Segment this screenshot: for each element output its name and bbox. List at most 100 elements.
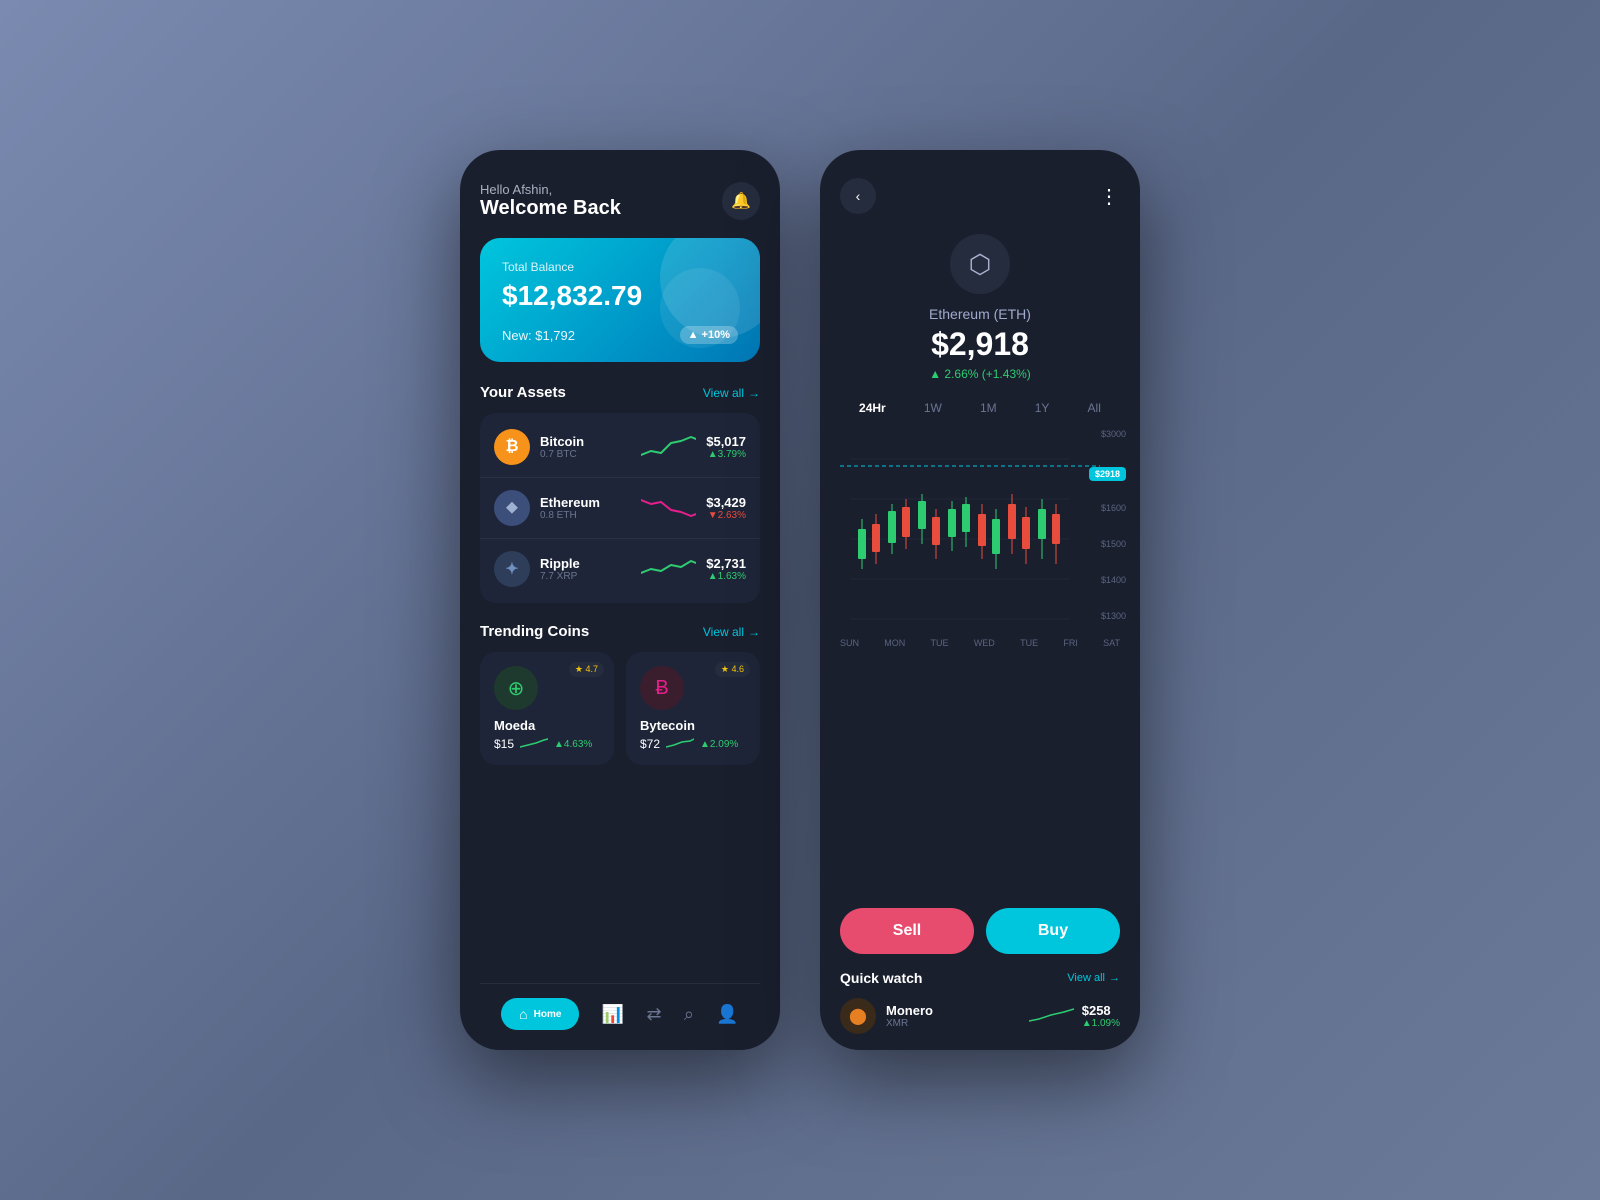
ethereum-icon: ⬥ bbox=[494, 490, 530, 526]
x-label-wed: WED bbox=[974, 638, 995, 648]
notification-button[interactable]: 🔔 bbox=[722, 182, 760, 220]
current-price-badge: $2918 bbox=[1089, 467, 1126, 481]
ripple-icon: ✦ bbox=[494, 551, 530, 587]
change-badge: ▲ +10% bbox=[680, 326, 738, 344]
search-icon: ⌕ bbox=[684, 1004, 694, 1025]
profile-icon: 👤 bbox=[716, 1004, 738, 1025]
trending-title: Trending Coins bbox=[480, 623, 589, 640]
balance-label: Total Balance bbox=[502, 260, 738, 274]
back-button[interactable]: ‹ bbox=[840, 178, 876, 214]
monero-info: Monero XMR bbox=[886, 1003, 1029, 1029]
reference-line bbox=[840, 465, 1100, 467]
quick-watch-header: Quick watch View all → bbox=[840, 970, 1120, 986]
swap-icon: ⇄ bbox=[647, 1004, 662, 1025]
assets-list: ₿ Bitcoin 0.7 BTC $5,017 ▲3.79% ⬥ Ethere… bbox=[480, 413, 760, 603]
home-label: Home bbox=[534, 1009, 562, 1020]
bytecoin-price: $72 bbox=[640, 737, 660, 751]
asset-row-ripple[interactable]: ✦ Ripple 7.7 XRP $2,731 ▲1.63% bbox=[480, 539, 760, 599]
coin-name: Ethereum (ETH) bbox=[929, 306, 1031, 322]
ripple-info: Ripple 7.7 XRP bbox=[540, 556, 631, 582]
asset-row-ethereum[interactable]: ⬥ Ethereum 0.8 ETH $3,429 ▼2.63% bbox=[480, 478, 760, 539]
x-label-sat: SAT bbox=[1103, 638, 1120, 648]
welcome-text: Welcome Back bbox=[480, 197, 621, 220]
ethereum-sparkline bbox=[641, 494, 696, 522]
quick-watch-view-all[interactable]: View all → bbox=[1067, 972, 1120, 984]
nav-home[interactable]: ⌂ Home bbox=[501, 998, 579, 1030]
candlestick-chart bbox=[840, 429, 1120, 629]
monero-sparkline bbox=[1029, 1005, 1074, 1027]
x-label-mon: MON bbox=[884, 638, 905, 648]
monero-name: Monero bbox=[886, 1003, 1029, 1018]
monero-value: $258 ▲1.09% bbox=[1082, 1003, 1120, 1029]
quick-watch-title: Quick watch bbox=[840, 970, 922, 986]
coin-hero: ⬡ Ethereum (ETH) $2,918 ▲ 2.66% (+1.43%) bbox=[820, 234, 1140, 381]
x-label-sun: SUN bbox=[840, 638, 859, 648]
tab-1m[interactable]: 1M bbox=[972, 397, 1005, 419]
price-1400: $1400 bbox=[1101, 575, 1126, 585]
chart-icon: 📊 bbox=[602, 1004, 624, 1025]
bitcoin-value: $5,017 ▲3.79% bbox=[706, 434, 746, 460]
monero-row[interactable]: ⬤ Monero XMR $258 ▲1.09% bbox=[840, 998, 1120, 1034]
bytecoin-rating: ★ 4.6 bbox=[715, 662, 750, 677]
trend-card-moeda[interactable]: ★ 4.7 ⊕ Moeda $15 ▲4.63% bbox=[480, 652, 614, 765]
price-2918-row: $2918 bbox=[1089, 467, 1126, 481]
assets-title: Your Assets bbox=[480, 384, 566, 401]
tab-all[interactable]: All bbox=[1080, 397, 1109, 419]
bytecoin-name: Bytecoin bbox=[640, 718, 746, 733]
bitcoin-info: Bitcoin 0.7 BTC bbox=[540, 434, 631, 460]
moeda-price-row: $15 ▲4.63% bbox=[494, 737, 600, 751]
left-header: Hello Afshin, Welcome Back 🔔 bbox=[480, 182, 760, 220]
nav-search[interactable]: ⌕ bbox=[684, 1004, 694, 1025]
monero-price: $258 bbox=[1082, 1003, 1120, 1018]
monero-icon: ⬤ bbox=[840, 998, 876, 1034]
moeda-change: ▲4.63% bbox=[554, 739, 592, 750]
moeda-icon: ⊕ bbox=[494, 666, 538, 710]
moeda-rating: ★ 4.7 bbox=[569, 662, 604, 677]
chart-area: $3000 $2918 $1600 $1500 $1400 $1300 bbox=[820, 429, 1140, 892]
assets-view-all[interactable]: View all → bbox=[703, 386, 760, 400]
price-1500: $1500 bbox=[1101, 539, 1126, 549]
x-label-tue2: TUE bbox=[1020, 638, 1038, 648]
price-1300: $1300 bbox=[1101, 611, 1126, 621]
asset-row-bitcoin[interactable]: ₿ Bitcoin 0.7 BTC $5,017 ▲3.79% bbox=[480, 417, 760, 478]
balance-amount: $12,832.79 bbox=[502, 280, 738, 312]
bitcoin-sparkline bbox=[641, 433, 696, 461]
ripple-value: $2,731 ▲1.63% bbox=[706, 556, 746, 582]
bytecoin-sparkline bbox=[666, 737, 694, 751]
balance-card: Total Balance $12,832.79 New: $1,792 ▲ +… bbox=[480, 238, 760, 362]
trending-view-all[interactable]: View all → bbox=[703, 625, 760, 639]
bytecoin-price-row: $72 ▲2.09% bbox=[640, 737, 746, 751]
right-phone: ‹ ⋮ ⬡ Ethereum (ETH) $2,918 ▲ 2.66% (+1.… bbox=[820, 150, 1140, 1050]
ripple-sparkline bbox=[641, 555, 696, 583]
tab-1y[interactable]: 1Y bbox=[1027, 397, 1058, 419]
nav-profile[interactable]: 👤 bbox=[716, 1004, 738, 1025]
eth-icon: ⬡ bbox=[969, 249, 992, 280]
monero-sub: XMR bbox=[886, 1018, 1029, 1029]
price-1600: $1600 bbox=[1101, 503, 1126, 513]
chart-x-labels: SUN MON TUE WED TUE FRI SAT bbox=[840, 634, 1120, 648]
nav-chart[interactable]: 📊 bbox=[602, 1004, 624, 1025]
price-3000: $3000 bbox=[1101, 429, 1126, 439]
new-label: New: $1,792 bbox=[502, 328, 575, 343]
sell-button[interactable]: Sell bbox=[840, 908, 974, 954]
trend-card-bytecoin[interactable]: ★ 4.6 Ƀ Bytecoin $72 ▲2.09% bbox=[626, 652, 760, 765]
bytecoin-icon: Ƀ bbox=[640, 666, 684, 710]
time-tabs: 24Hr 1W 1M 1Y All bbox=[820, 397, 1140, 419]
more-button[interactable]: ⋮ bbox=[1099, 184, 1120, 209]
home-icon: ⌂ bbox=[519, 1006, 527, 1022]
buy-button[interactable]: Buy bbox=[986, 908, 1120, 954]
assets-section-header: Your Assets View all → bbox=[480, 384, 760, 401]
tab-1w[interactable]: 1W bbox=[916, 397, 950, 419]
ethereum-info: Ethereum 0.8 ETH bbox=[540, 495, 631, 521]
tab-24hr[interactable]: 24Hr bbox=[851, 397, 894, 419]
nav-swap[interactable]: ⇄ bbox=[647, 1004, 662, 1025]
x-label-tue: TUE bbox=[931, 638, 949, 648]
x-label-fri: FRI bbox=[1063, 638, 1078, 648]
trending-section: Trending Coins View all → ★ 4.7 ⊕ Moeda … bbox=[480, 623, 760, 765]
moeda-price: $15 bbox=[494, 737, 514, 751]
trending-cards: ★ 4.7 ⊕ Moeda $15 ▲4.63% ★ 4.6 Ƀ Bytecoi… bbox=[480, 652, 760, 765]
action-buttons: Sell Buy bbox=[820, 892, 1140, 970]
bottom-nav: ⌂ Home 📊 ⇄ ⌕ 👤 bbox=[480, 983, 760, 1050]
bitcoin-icon: ₿ bbox=[494, 429, 530, 465]
monero-change: ▲1.09% bbox=[1082, 1018, 1120, 1029]
